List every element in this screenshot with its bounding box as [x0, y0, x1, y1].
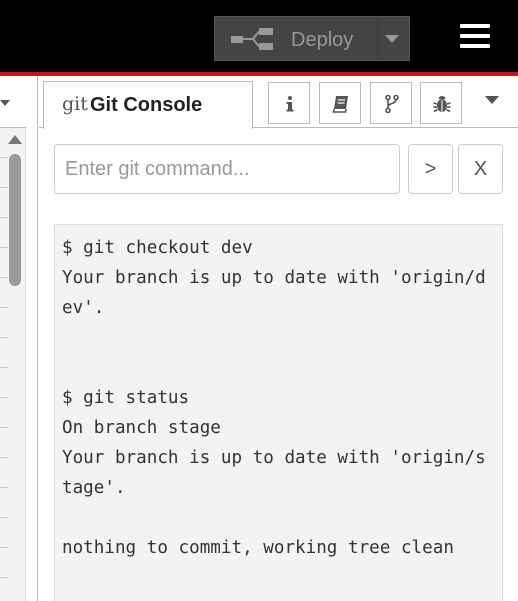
deploy-divider	[377, 17, 378, 60]
info-icon	[286, 96, 294, 112]
chevron-down-icon[interactable]	[485, 96, 499, 104]
book-icon	[332, 96, 348, 113]
tab-debug[interactable]	[420, 82, 462, 124]
hamburger-menu-icon[interactable]	[460, 24, 490, 50]
sidebar-tabbar: git Git Console	[39, 76, 518, 129]
tab-git-console-label: Git Console	[90, 94, 203, 116]
deploy-button[interactable]: Deploy	[214, 16, 410, 61]
header-bar: Deploy	[0, 0, 518, 72]
output-entry: nothing to commit, working tree clean	[62, 538, 454, 558]
sidebar-panel: git Git Console Enter git command... > X…	[39, 76, 518, 601]
git-branch-icon	[385, 94, 399, 114]
output-entry: $ git checkout dev Your branch is up to …	[62, 238, 486, 318]
scroll-up-icon[interactable]	[8, 135, 22, 144]
deploy-flow-icon	[231, 28, 273, 50]
scrollbar-thumb[interactable]	[9, 154, 21, 286]
tab-git-console[interactable]: git Git Console	[43, 81, 253, 129]
workspace-ruler	[0, 128, 8, 601]
tab-info[interactable]	[268, 82, 310, 124]
console-output: $ git checkout dev Your branch is up to …	[54, 224, 503, 601]
git-icon: git	[62, 93, 88, 115]
git-command-input[interactable]	[54, 144, 400, 194]
tab-help[interactable]	[319, 82, 361, 124]
workspace-tab-dropdown-icon[interactable]	[0, 100, 10, 106]
deploy-dropdown-icon[interactable]	[385, 35, 399, 43]
clear-console-button[interactable]: X	[458, 144, 503, 194]
bug-icon	[433, 96, 451, 113]
run-command-button[interactable]: >	[408, 144, 453, 194]
tab-version-control[interactable]	[370, 82, 412, 124]
deploy-label: Deploy	[291, 29, 354, 51]
output-entry: $ git status On branch stage Your branch…	[62, 388, 486, 498]
